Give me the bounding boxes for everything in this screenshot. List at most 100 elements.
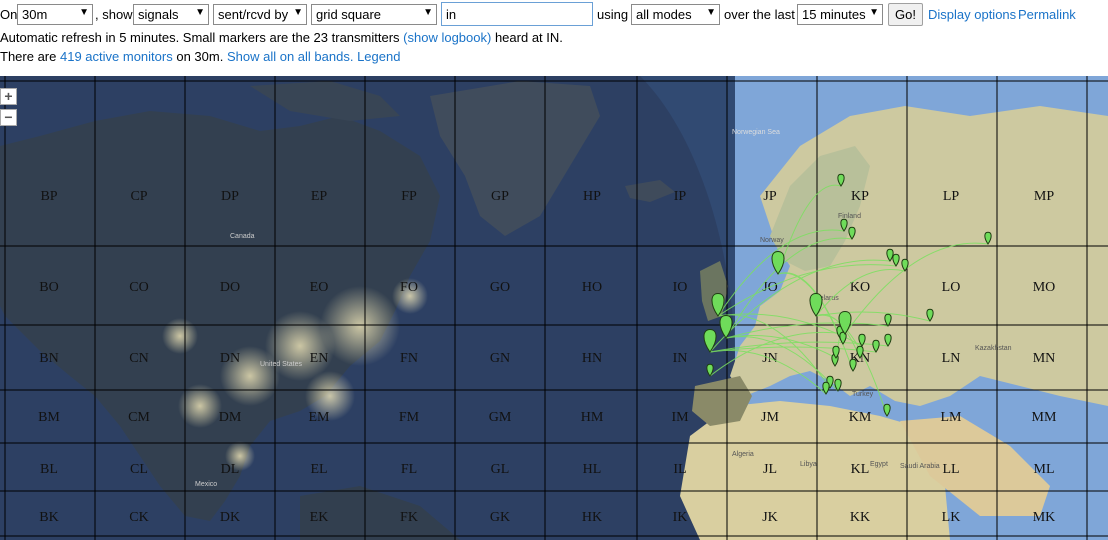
grid-square-label: GP: [491, 189, 509, 204]
grid-square-label: LN: [942, 351, 961, 366]
map-canvas[interactable]: Norwegian Sea Canada Finland Norway Bela…: [0, 76, 1108, 540]
grid-square-label: DM: [219, 410, 242, 425]
grid-square-label: KL: [851, 462, 870, 477]
direction-value: sent/rcvd by: [218, 7, 289, 22]
period-value: 15 minutes: [802, 7, 866, 22]
grid-square-label: FP: [401, 189, 417, 204]
display-options-link[interactable]: Display options: [928, 7, 1016, 22]
chevron-down-icon: ▼: [293, 7, 303, 18]
go-button[interactable]: Go!: [888, 3, 923, 26]
grid-square-label: FK: [400, 510, 418, 525]
grid-square-label: IN: [673, 351, 688, 366]
band-value: 30m: [22, 7, 48, 22]
grid-square-label: ML: [1034, 462, 1055, 477]
grid-square-label: EK: [310, 510, 329, 525]
grid-square-label: IK: [673, 510, 688, 525]
filter-type-value: grid square: [316, 7, 382, 22]
place-label: Norwegian Sea: [732, 129, 780, 136]
grid-square-label: EN: [310, 351, 329, 366]
place-label: Saudi Arabia: [900, 463, 940, 470]
grid-square-label: GN: [490, 351, 510, 366]
grid-square-label: CP: [130, 189, 147, 204]
place-label: Egypt: [870, 461, 888, 468]
grid-square-label: FM: [399, 410, 420, 425]
grid-square-label: IM: [671, 410, 689, 425]
direction-select[interactable]: sent/rcvd by ▼: [213, 4, 307, 25]
grid-square-label: CK: [129, 510, 148, 525]
chevron-down-icon: ▼: [706, 7, 716, 18]
grid-square-label: LP: [943, 189, 960, 204]
grid-square-label: BL: [40, 462, 58, 477]
grid-square-label: DL: [221, 462, 240, 477]
place-label: Algeria: [732, 451, 754, 458]
grid-square-label: BM: [38, 410, 60, 425]
grid-square-label: BN: [39, 351, 58, 366]
grid-square-label: BP: [40, 189, 57, 204]
grid-square-label: HN: [582, 351, 602, 366]
band-select[interactable]: 30m ▼: [17, 4, 93, 25]
show-select[interactable]: signals ▼: [133, 4, 209, 25]
place-label: United States: [260, 361, 303, 368]
chevron-down-icon: ▼: [423, 7, 433, 18]
show-logbook-link[interactable]: (show logbook): [403, 30, 491, 45]
on-label: On: [0, 7, 18, 22]
grid-square-label: MK: [1033, 510, 1056, 525]
place-label: Kazakhstan: [975, 345, 1012, 352]
grid-square-label: EL: [310, 462, 327, 477]
grid-square-label: FN: [400, 351, 418, 366]
grid-square-label: CO: [129, 280, 148, 295]
grid-square-label: HO: [582, 280, 602, 295]
place-label: Finland: [838, 213, 861, 220]
zoom-in-button[interactable]: +: [0, 88, 17, 105]
grid-square-label: GO: [490, 280, 510, 295]
filter-input[interactable]: in: [441, 2, 593, 26]
place-label: Norway: [760, 237, 784, 244]
grid-square-label: IL: [673, 462, 686, 477]
map[interactable]: Norwegian Sea Canada Finland Norway Bela…: [0, 76, 1108, 540]
grid-square-label: EO: [310, 280, 329, 295]
using-label: using: [597, 7, 629, 22]
chevron-down-icon: ▼: [869, 7, 879, 18]
status-line-2: There are 419 active monitors on 30m. Sh…: [0, 49, 400, 64]
period-select[interactable]: 15 minutes ▼: [797, 4, 883, 25]
show-all-bands-link[interactable]: Show all on all bands.: [227, 49, 353, 64]
grid-square-label: LO: [942, 280, 961, 295]
zoom-out-button[interactable]: −: [0, 109, 17, 126]
grid-square-label: CM: [128, 410, 150, 425]
controls-bar: On 30m ▼ , show signals ▼ sent/rcvd by ▼…: [0, 0, 1108, 30]
grid-square-label: HL: [583, 462, 602, 477]
grid-square-label: HK: [582, 510, 602, 525]
grid-square-label: BO: [39, 280, 58, 295]
grid-square-label: CN: [129, 351, 148, 366]
grid-square-label: JL: [763, 462, 777, 477]
status-text: on 30m.: [176, 49, 224, 64]
grid-square-label: KM: [849, 410, 872, 425]
status-line-1: Automatic refresh in 5 minutes. Small ma…: [0, 30, 563, 45]
grid-square-label: DO: [220, 280, 240, 295]
grid-square-label: MN: [1033, 351, 1056, 366]
permalink-link[interactable]: Permalink: [1018, 7, 1076, 22]
place-label: Mexico: [195, 481, 217, 488]
grid-square-label: JM: [761, 410, 779, 425]
grid-square-label: IP: [674, 189, 687, 204]
over-label: over the last: [724, 7, 795, 22]
mode-select[interactable]: all modes ▼: [631, 4, 720, 25]
grid-square-label: GL: [491, 462, 510, 477]
place-label: Canada: [230, 233, 255, 240]
filter-type-select[interactable]: grid square ▼: [311, 4, 437, 25]
grid-square-label: EM: [309, 410, 331, 425]
grid-square-label: JP: [763, 189, 776, 204]
grid-square-label: LM: [941, 410, 963, 425]
show-label: , show: [95, 7, 133, 22]
chevron-down-icon: ▼: [195, 7, 205, 18]
place-label: Turkey: [852, 391, 874, 398]
grid-square-label: KO: [850, 280, 870, 295]
grid-square-label: CL: [130, 462, 148, 477]
grid-square-label: MM: [1032, 410, 1057, 425]
legend-link[interactable]: Legend: [357, 49, 400, 64]
chevron-down-icon: ▼: [79, 7, 89, 18]
active-monitors-link[interactable]: 419 active monitors: [60, 49, 173, 64]
grid-square-label: KP: [851, 189, 869, 204]
grid-square-label: MP: [1034, 189, 1054, 204]
status-text: heard at IN.: [494, 30, 563, 45]
